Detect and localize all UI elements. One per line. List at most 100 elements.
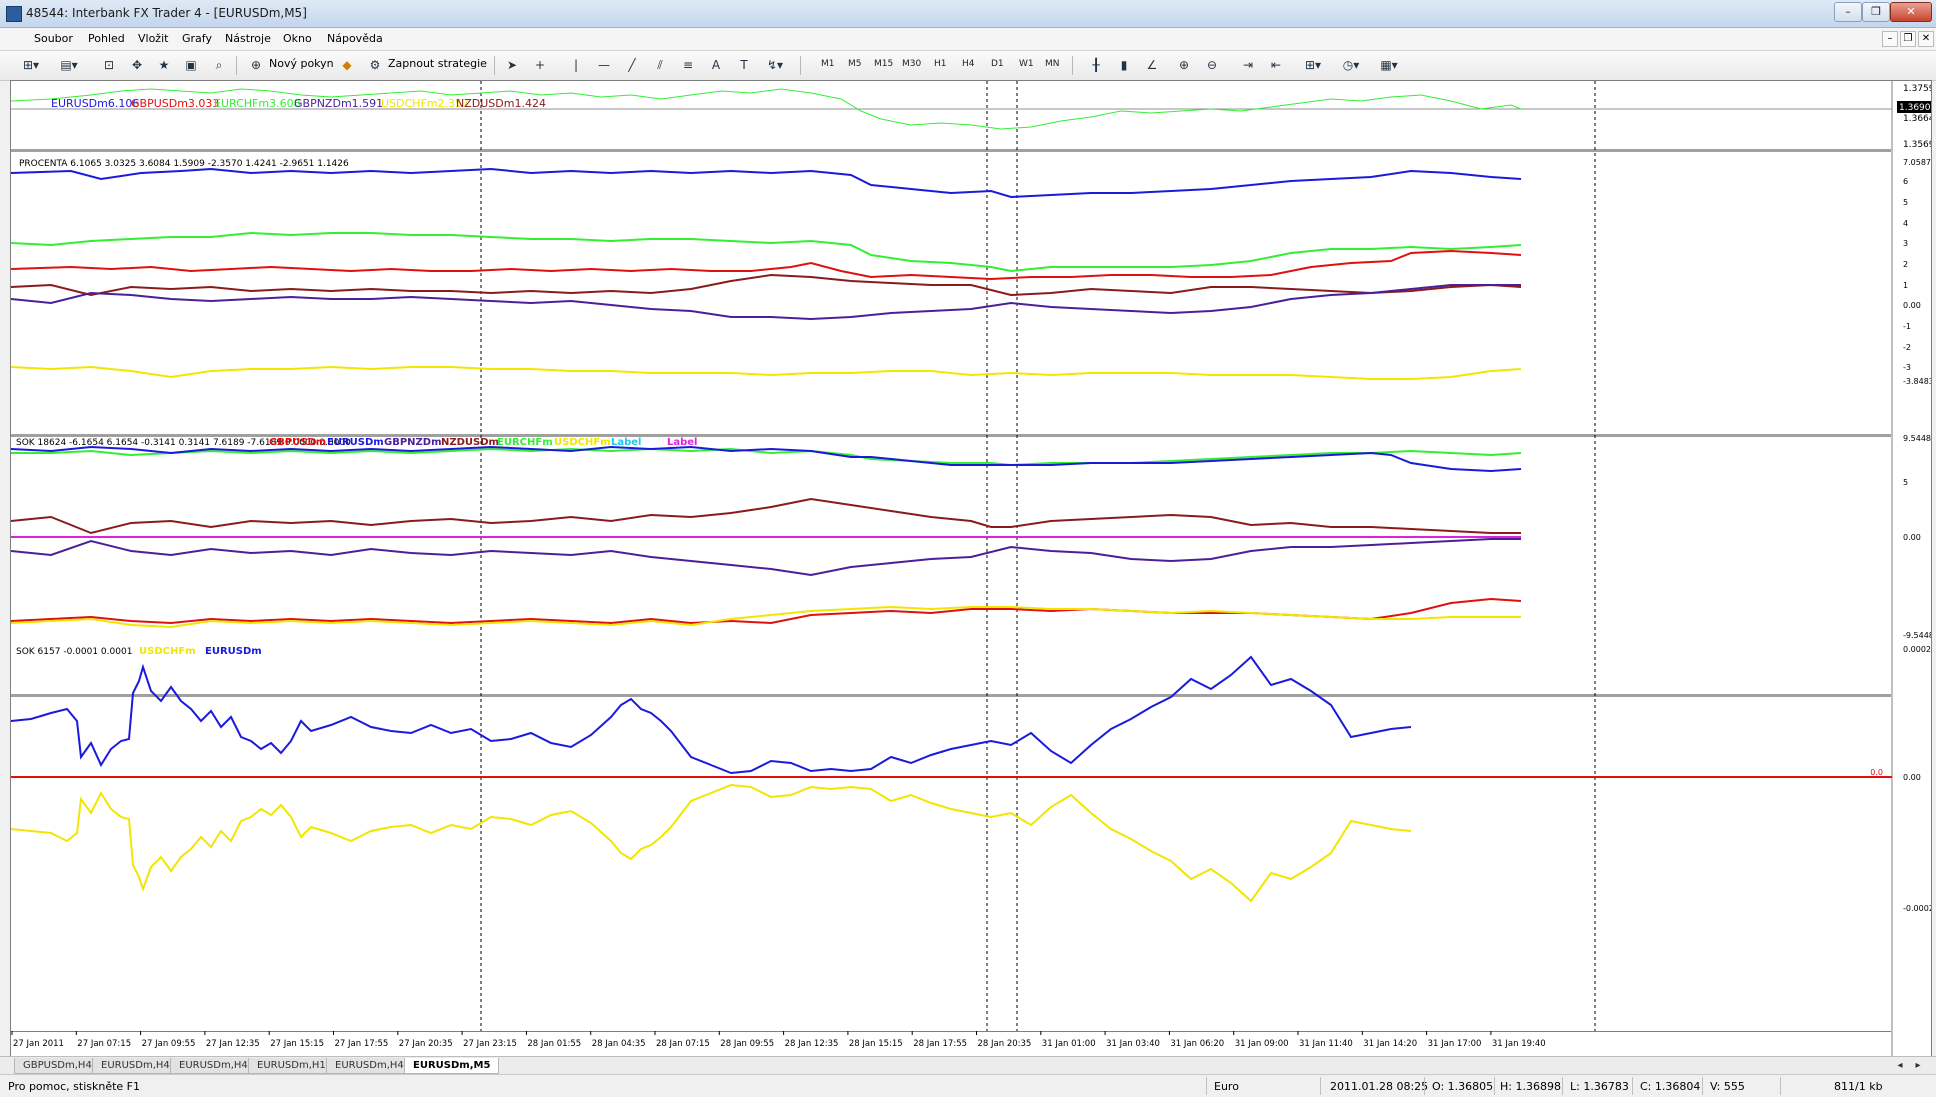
time-axis-label: 28 Jan 20:35 [978,1039,1032,1049]
zoom-in-icon[interactable]: ⊕ [1176,56,1192,74]
trendline-icon[interactable]: ╱ [624,56,640,74]
menu-nastroje[interactable]: Nástroje [225,32,271,45]
time-axis-label: 28 Jan 04:35 [592,1039,646,1049]
minimize-button[interactable]: – [1834,2,1862,22]
chart-shift-icon[interactable]: ⇤ [1268,56,1284,74]
chart-window[interactable]: EURUSDm6.106 GBPUSDm3.033 EURCHFm3.608 GBPN… [10,80,1936,1058]
connection-traffic: 811/1 kb [1834,1080,1883,1093]
bar-high: H: 1.36898 [1500,1080,1561,1093]
tab-scroll-left-icon[interactable]: ◂ [1894,1057,1906,1075]
menu-vlozit[interactable]: Vložit [138,32,168,45]
time-axis-label: 28 Jan 15:15 [849,1039,903,1049]
child-close-icon[interactable]: ✕ [1918,31,1934,47]
metaeditor-icon[interactable]: ◆ [338,56,356,74]
app-icon [6,6,22,22]
sok1-legend-item: GBPNZDm [384,437,442,448]
auto-scroll-icon[interactable]: ⇥ [1240,56,1256,74]
main-legend-item: EURUSDm6.106 [51,97,139,110]
timeframe-d1[interactable]: D1 [991,59,1004,69]
bar-datetime: 2011.01.28 08:25 [1330,1080,1429,1093]
pane-separator[interactable] [11,149,1891,152]
candlestick-icon[interactable]: ▮ [1116,56,1132,74]
main-legend: EURUSDm6.106GBPUSDm3.033EURCHFm3.608GBPN… [51,97,546,110]
chart-tab[interactable]: EURUSDm,H1 [248,1058,335,1074]
timeframe-m5[interactable]: M5 [848,59,862,69]
profile-name: Euro [1214,1080,1239,1093]
timeframe-m30[interactable]: M30 [902,59,921,69]
price-label: 1.36640 [1903,114,1931,124]
time-axis-label: 31 Jan 11:40 [1299,1039,1353,1049]
chart-tabs: GBPUSDm,H4 EURUSDm,H4 EURUSDm,H4 EURUSDm… [0,1056,1936,1075]
templates-icon[interactable]: ▦▾ [1376,56,1402,74]
toolbar: ⊞▾ ▤▾ ⊡ ✥ ★ ▣ ⌕ ⊕ Nový pokyn ◆ ⚙ Zapnout… [0,51,1936,81]
timeframe-m1[interactable]: M1 [821,59,835,69]
procenta-scale-label: 5 [1903,198,1908,207]
chart-tab[interactable]: EURUSDm,H4 [326,1058,413,1074]
toolbar-separator [494,56,495,75]
maximize-button[interactable]: ❐ [1862,2,1890,22]
menu-soubor[interactable]: Soubor [34,32,73,45]
timeframe-m15[interactable]: M15 [874,59,893,69]
bar-low: L: 1.36783 [1570,1080,1629,1093]
time-axis-label: 31 Jan 06:20 [1170,1039,1224,1049]
child-minimize-icon[interactable]: – [1882,31,1898,47]
channel-icon[interactable]: ⫽ [652,56,668,74]
timeframe-h1[interactable]: H1 [934,59,947,69]
time-axis-label: 27 Jan 12:35 [206,1039,260,1049]
tester-icon[interactable]: ⌕ [210,56,228,74]
time-axis-label: 28 Jan 17:55 [913,1039,967,1049]
chart-tab[interactable]: EURUSDm,H4 [92,1058,179,1074]
pane-separator[interactable] [11,694,1891,697]
current-price-label: 1.36905 [1899,103,1931,113]
procenta-scale-label: -3.8483 [1903,377,1931,386]
fibonacci-icon[interactable]: ≡ [680,56,696,74]
sok1-legend-item: EURCHFm [497,437,553,448]
tab-scroll-right-icon[interactable]: ▸ [1912,1057,1924,1075]
periods-icon[interactable]: ◷▾ [1338,56,1364,74]
menu-pohled[interactable]: Pohled [88,32,125,45]
time-axis-label: 27 Jan 15:15 [270,1039,324,1049]
market-watch-icon[interactable]: ⊡ [100,56,118,74]
navigator-icon[interactable]: ★ [155,56,173,74]
profiles-icon[interactable]: ▤▾ [54,56,84,74]
timeframe-mn[interactable]: MN [1045,59,1060,69]
new-order-button[interactable]: Nový pokyn [269,57,334,70]
arrows-icon[interactable]: ↯▾ [762,56,788,74]
time-axis-label: 27 Jan 07:15 [77,1039,131,1049]
time-axis-label: 31 Jan 01:00 [1042,1039,1096,1049]
data-window-icon[interactable]: ✥ [128,56,146,74]
expert-advisors-icon[interactable]: ⚙ [366,56,384,74]
sok2-scale-label: 0.00 [1903,773,1921,782]
close-button[interactable]: ✕ [1890,2,1932,22]
new-chart-icon[interactable]: ⊞▾ [16,56,46,74]
menu-grafy[interactable]: Grafy [182,32,212,45]
terminal-icon[interactable]: ▣ [182,56,200,74]
vertical-line-icon[interactable]: | [568,56,584,74]
new-order-icon[interactable]: ⊕ [247,56,265,74]
line-chart-icon[interactable]: ∠ [1144,56,1160,74]
sok2-scale-label: 0.0002 [1903,645,1931,654]
cursor-icon[interactable]: ➤ [504,56,520,74]
chart-tab[interactable]: EURUSDm,H4 [170,1058,257,1074]
sok2-legend-item: EURUSDm [205,646,262,657]
chart-tab-active[interactable]: EURUSDm,M5 [404,1058,500,1074]
procenta-scale-label: 3 [1903,239,1908,248]
text-label-icon[interactable]: T [736,56,752,74]
bar-chart-icon[interactable]: ╂ [1088,56,1104,74]
menu-napoveda[interactable]: Nápověda [327,32,383,45]
horizontal-line-icon[interactable]: — [596,56,612,74]
toolbar-separator [800,56,801,75]
child-restore-icon[interactable]: ❐ [1900,31,1916,47]
zoom-out-icon[interactable]: ⊖ [1204,56,1220,74]
chart-canvas[interactable]: EURUSDm6.106GBPUSDm3.033EURCHFm3.608GBPN… [10,81,1936,1057]
timeframe-w1[interactable]: W1 [1019,59,1034,69]
chart-tab[interactable]: GBPUSDm,H4 [14,1058,101,1074]
time-axis-label: 28 Jan 12:35 [785,1039,839,1049]
indicators-icon[interactable]: ⊞▾ [1300,56,1326,74]
sok1-scale-label: 9.5448 [1903,434,1931,443]
crosshair-icon[interactable]: + [532,56,548,74]
start-strategy-button[interactable]: Zapnout strategie [388,57,487,70]
text-icon[interactable]: A [708,56,724,74]
timeframe-h4[interactable]: H4 [962,59,975,69]
menu-okno[interactable]: Okno [283,32,312,45]
